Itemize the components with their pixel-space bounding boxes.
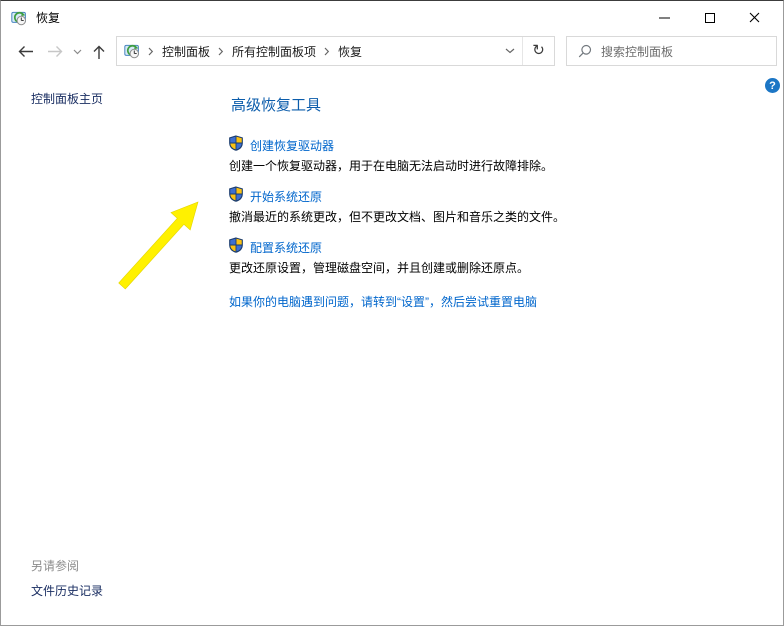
breadcrumb-chevron-icon [148, 47, 154, 56]
help-button[interactable]: ? [765, 78, 780, 93]
address-bar[interactable]: 控制面板 所有控制面板项 恢复 ↻ [116, 36, 555, 66]
page-title: 高级恢复工具 [231, 94, 321, 115]
reset-pc-settings-link[interactable]: 如果你的电脑遇到问题，请转到“设置”，然后尝试重置电脑 [229, 293, 537, 310]
up-icon [92, 44, 106, 60]
refresh-icon: ↻ [532, 42, 545, 59]
minimize-button[interactable] [642, 1, 687, 34]
sidebar-item-control-panel-home[interactable]: 控制面板主页 [31, 90, 103, 107]
forward-icon [47, 45, 64, 58]
close-button[interactable] [732, 1, 777, 34]
task-configure-system-restore: 配置系统还原 [228, 238, 322, 256]
caption-buttons [642, 1, 777, 34]
back-button[interactable] [17, 45, 34, 58]
breadcrumb-item-all-items[interactable]: 所有控制面板项 [232, 43, 316, 60]
search-icon [578, 44, 592, 58]
configure-system-restore-link[interactable]: 配置系统还原 [250, 239, 322, 256]
maximize-button[interactable] [687, 1, 732, 34]
annotation-arrow [113, 193, 208, 293]
uac-shield-icon [228, 186, 244, 207]
breadcrumb-chevron-icon [218, 47, 224, 56]
breadcrumb-item-recovery[interactable]: 恢复 [338, 43, 362, 60]
title-bar: 恢复 [1, 1, 783, 34]
open-system-restore-link[interactable]: 开始系统还原 [250, 188, 322, 205]
task-description: 更改还原设置，管理磁盘空间，并且创建或删除还原点。 [229, 259, 529, 276]
breadcrumb-item-control-panel[interactable]: 控制面板 [162, 43, 210, 60]
sidebar-item-file-history[interactable]: 文件历史记录 [31, 582, 103, 599]
refresh-button[interactable]: ↻ [523, 37, 554, 65]
help-icon: ? [769, 80, 776, 92]
close-icon [749, 12, 760, 23]
minimize-icon [659, 17, 670, 19]
chevron-down-icon [505, 48, 515, 54]
uac-shield-icon [228, 135, 244, 156]
task-create-recovery-drive: 创建恢复驱动器 [228, 136, 334, 154]
recent-pages-dropdown[interactable] [73, 49, 82, 55]
search-box[interactable]: 搜索控制面板 [566, 36, 777, 66]
address-dropdown-button[interactable] [498, 48, 522, 54]
task-description: 撤消最近的系统更改，但不更改文档、图片和音乐之类的文件。 [229, 208, 565, 225]
back-icon [17, 45, 34, 58]
recovery-app-icon [11, 10, 27, 26]
create-recovery-drive-link[interactable]: 创建恢复驱动器 [250, 137, 334, 154]
recovery-window: 恢复 [0, 0, 784, 626]
navigation-bar: 控制面板 所有控制面板项 恢复 ↻ 搜索控制面板 [1, 34, 783, 69]
recovery-app-icon [124, 43, 140, 59]
chevron-down-icon [73, 49, 82, 55]
window-title: 恢复 [36, 9, 60, 26]
see-also-label: 另请参阅 [31, 557, 79, 574]
uac-shield-icon [228, 237, 244, 258]
task-description: 创建一个恢复驱动器，用于在电脑无法启动时进行故障排除。 [229, 157, 553, 174]
breadcrumb-chevron-icon [324, 47, 330, 56]
task-open-system-restore: 开始系统还原 [228, 187, 322, 205]
search-input[interactable]: 搜索控制面板 [601, 43, 673, 60]
up-button[interactable] [92, 44, 106, 60]
maximize-icon [705, 13, 715, 23]
forward-button[interactable] [47, 45, 64, 58]
nav-arrows [17, 34, 106, 69]
